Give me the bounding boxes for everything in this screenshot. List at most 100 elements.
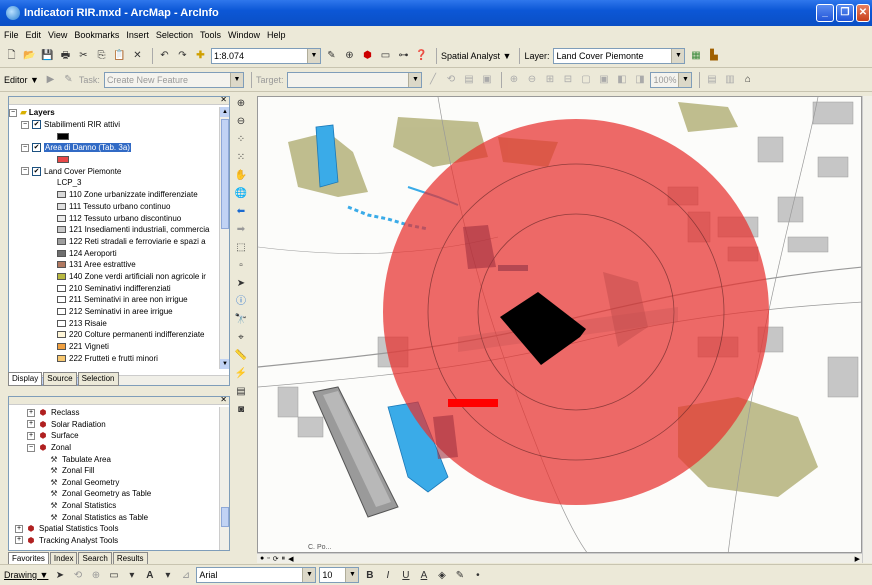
legend-class-row[interactable]: 211 Seminativi in aree non irrigue — [9, 294, 221, 306]
tab-selection[interactable]: Selection — [77, 372, 119, 386]
fixed-zoom-out-icon[interactable]: ⁙ — [234, 150, 248, 164]
spatial-analyst-menu[interactable]: Spatial Analyst ▼ — [441, 51, 511, 61]
zoom-out-icon[interactable]: ⊖ — [234, 114, 248, 128]
chevron-down-icon[interactable]: ▾ — [160, 568, 175, 583]
modelbuilder-icon[interactable]: ⊶ — [396, 48, 411, 63]
fixed-zoom-in-icon[interactable]: ⁘ — [234, 132, 248, 146]
close-icon[interactable]: ✕ — [220, 97, 227, 104]
pause-drawing-icon[interactable]: ⏸ — [282, 555, 286, 563]
select-elements-icon[interactable]: ➤ — [52, 568, 67, 583]
toc-layer-land-cover[interactable]: − ✔ Land Cover Piemonte — [9, 165, 221, 177]
editor-toolbar-icon[interactable]: ✎ — [324, 48, 339, 63]
toolbox-item[interactable]: ⚒ Zonal Statistics — [15, 500, 220, 512]
toolbox-item[interactable]: ⚒ Zonal Fill — [15, 465, 220, 477]
editor-menu[interactable]: Editor ▼ — [4, 75, 39, 85]
sketch-properties-icon[interactable]: ▣ — [479, 72, 494, 87]
scroll-down-icon[interactable]: ▼ — [220, 359, 229, 369]
save-icon[interactable]: 💾 — [40, 48, 55, 63]
go-to-xy-icon[interactable]: ⌖ — [234, 330, 248, 344]
toolbox-item[interactable]: + ⬢ Spatial Statistics Tools — [15, 523, 220, 535]
bold-icon[interactable]: B — [362, 568, 377, 583]
redo-icon[interactable]: ↷ — [175, 48, 190, 63]
rotate-icon[interactable]: ⟲ — [70, 568, 85, 583]
copy-icon[interactable]: ⎘ — [94, 48, 109, 63]
scroll-thumb[interactable] — [221, 119, 229, 229]
new-document-icon[interactable]: 🗋 — [4, 48, 19, 63]
select-features-icon[interactable]: ⬚ — [234, 240, 248, 254]
split-tool-icon[interactable]: ╱ — [425, 72, 440, 87]
fixed-zoom-in-icon[interactable]: ⊞ — [542, 72, 557, 87]
legend-class-row[interactable]: 112 Tessuto urbano discontinuo — [9, 212, 221, 224]
change-layout-icon[interactable]: ⌂ — [740, 72, 755, 87]
zoom-in-icon[interactable]: ⊕ — [234, 96, 248, 110]
legend-class-row[interactable]: 220 Colture permanenti indifferenziate — [9, 329, 221, 341]
forward-extent-icon[interactable]: ➡ — [234, 222, 248, 236]
map-display[interactable]: C. Po... — [257, 96, 862, 553]
cut-icon[interactable]: ✂ — [76, 48, 91, 63]
undo-icon[interactable]: ↶ — [157, 48, 172, 63]
histogram-icon[interactable]: ▙ — [706, 48, 721, 63]
previous-extent-layout-icon[interactable]: ◧ — [614, 72, 629, 87]
toolbox-item[interactable]: ⚒ Zonal Geometry as Table — [15, 488, 220, 500]
whats-this-icon[interactable]: ❓ — [414, 48, 429, 63]
new-text-icon[interactable]: A — [142, 568, 157, 583]
map-vertical-scrollbar[interactable] — [862, 96, 872, 563]
refresh-icon[interactable]: ⟳ — [273, 555, 279, 563]
toolbox-item[interactable]: − ⬢ Zonal — [15, 442, 220, 454]
legend-class-row[interactable]: 121 Insediamenti industriali, commercia — [9, 224, 221, 236]
tab-source[interactable]: Source — [43, 372, 77, 386]
rotate-tool-icon[interactable]: ⟲ — [443, 72, 458, 87]
menu-tools[interactable]: Tools — [200, 30, 221, 40]
print-icon[interactable]: 🖶 — [58, 48, 73, 63]
arccatalog-icon[interactable]: ⊕ — [342, 48, 357, 63]
menu-selection[interactable]: Selection — [156, 30, 193, 40]
toolbox-item[interactable]: ⚒ Zonal Statistics as Table — [15, 511, 220, 523]
time-slider-icon[interactable]: ◙ — [234, 402, 248, 416]
menu-help[interactable]: Help — [267, 30, 286, 40]
toc-layer-stabilimenti[interactable]: − ✔ Stabilimenti RIR attivi — [9, 119, 221, 131]
fixed-zoom-out-icon[interactable]: ⊟ — [560, 72, 575, 87]
hillshade-icon[interactable]: ▦ — [688, 48, 703, 63]
toc-root[interactable]: − ▰ Layers — [9, 107, 221, 119]
back-extent-icon[interactable]: ⬅ — [234, 204, 248, 218]
menu-window[interactable]: Window — [228, 30, 260, 40]
scroll-thumb[interactable] — [221, 507, 229, 527]
toolbox-scrollbar[interactable] — [219, 407, 229, 550]
toolbox-item[interactable]: + ⬢ Reclass — [15, 407, 220, 419]
toolbox-item[interactable]: ⚒ Tabulate Area — [15, 453, 220, 465]
menu-view[interactable]: View — [48, 30, 67, 40]
legend-class-row[interactable]: 122 Reti stradali e ferroviarie e spazi … — [9, 236, 221, 248]
font-color-icon[interactable]: A — [416, 568, 431, 583]
html-popup-icon[interactable]: ▤ — [234, 384, 248, 398]
layout-view-icon[interactable]: ▫ — [267, 555, 269, 562]
underline-icon[interactable]: U — [398, 568, 413, 583]
zoom-to-selected-icon[interactable]: ⊕ — [88, 568, 103, 583]
data-view-icon[interactable]: ● — [260, 555, 264, 562]
legend-class-row[interactable]: 221 Vigneti — [9, 341, 221, 353]
close-icon[interactable]: ✕ — [220, 397, 227, 404]
legend-class-row[interactable]: 140 Zone verdi artificiali non agricole … — [9, 271, 221, 283]
toc-layer-area-danno[interactable]: − ✔ Area di Danno (Tab. 3a) — [9, 142, 221, 154]
toolbox-item[interactable]: + ⬢ Tracking Analyst Tools — [15, 535, 220, 547]
legend-class-row[interactable]: 124 Aeroporti — [9, 247, 221, 259]
legend-class-row[interactable]: 212 Seminativi in aree irrigue — [9, 306, 221, 318]
sketch-tool-icon[interactable]: ✎ — [61, 72, 76, 87]
fill-color-icon[interactable]: ◈ — [434, 568, 449, 583]
delete-icon[interactable]: ✕ — [130, 48, 145, 63]
scroll-right-icon[interactable]: ▶ — [855, 555, 860, 563]
zoom-100-icon[interactable]: ▣ — [596, 72, 611, 87]
map-horizontal-scrollbar[interactable]: ● ▫ ⟳ ⏸ ◀ ▶ — [257, 553, 862, 563]
collapse-icon[interactable]: − — [21, 167, 29, 176]
open-folder-icon[interactable]: 📂 — [22, 48, 37, 63]
minimize-button[interactable]: _ — [816, 4, 834, 22]
arctoolbox-icon[interactable]: ⬢ — [360, 48, 375, 63]
menu-file[interactable]: File — [4, 30, 19, 40]
scroll-left-icon[interactable]: ◀ — [288, 555, 293, 563]
legend-class-row[interactable]: 111 Tessuto urbano continuo — [9, 201, 221, 213]
collapse-icon[interactable]: − — [21, 120, 29, 129]
marker-color-icon[interactable]: • — [470, 568, 485, 583]
layer-visibility-checkbox[interactable]: ✔ — [32, 143, 41, 153]
expand-icon[interactable]: + — [15, 524, 23, 533]
zoom-whole-page-icon[interactable]: ▢ — [578, 72, 593, 87]
rectangle-icon[interactable]: ▭ — [106, 568, 121, 583]
